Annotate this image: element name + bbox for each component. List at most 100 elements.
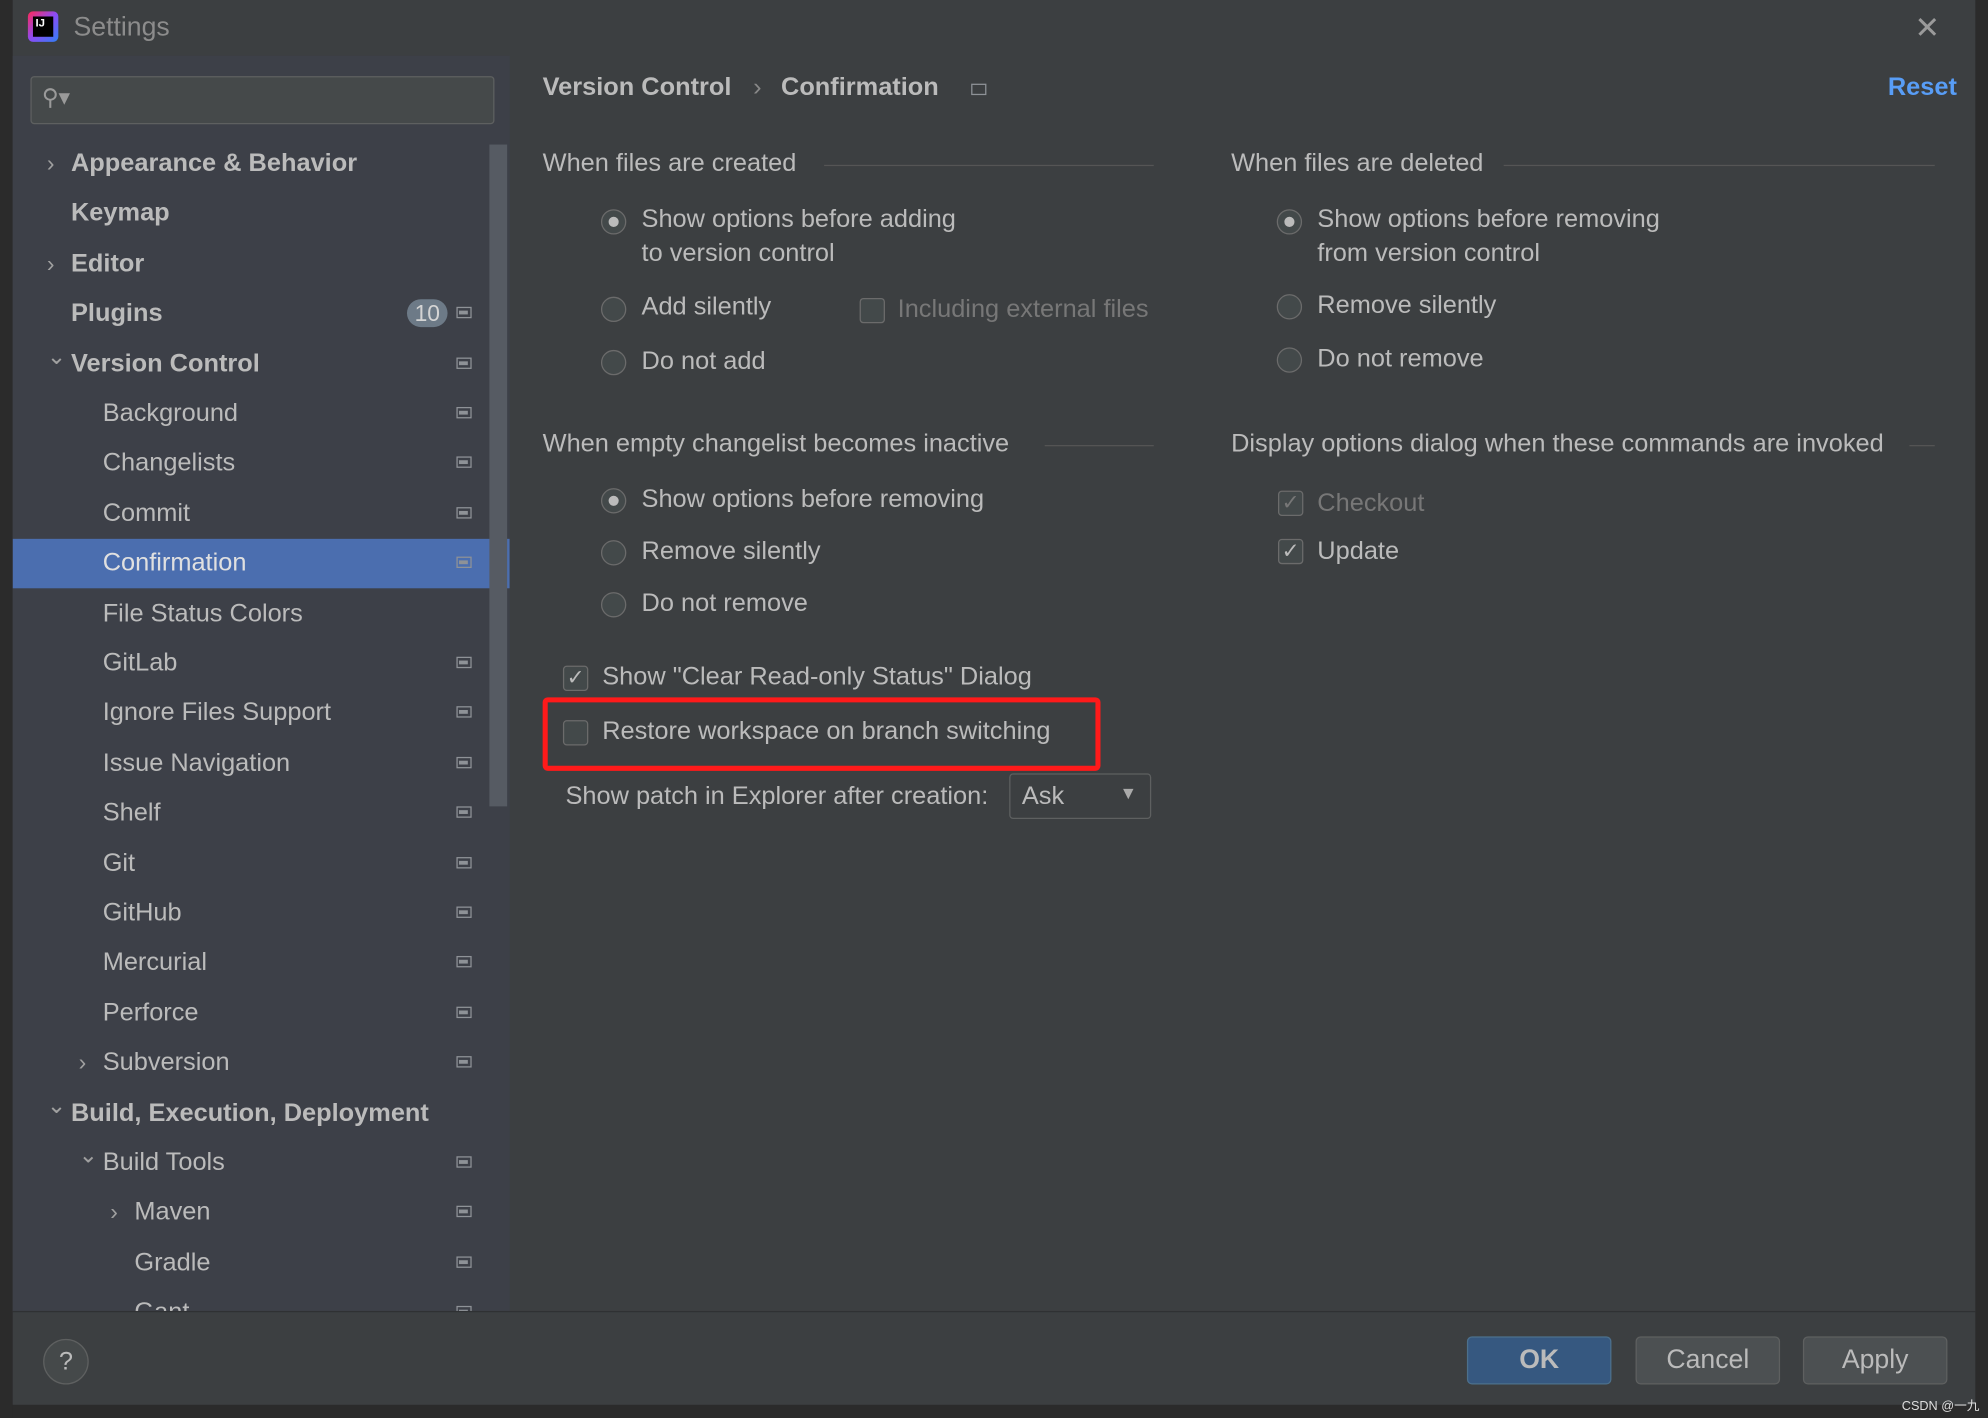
radio-show-options-adding[interactable]	[600, 209, 627, 235]
watermark: CSDN @一九	[1901, 1399, 1980, 1414]
tree-item-label: GitLab	[102, 649, 178, 678]
tree-item[interactable]: › Editor	[13, 239, 510, 288]
tree-item-label: Git	[102, 848, 136, 877]
window-title: Settings	[73, 12, 170, 42]
checkbox-checkout[interactable]: ✓	[1278, 490, 1304, 517]
tree-item-label: File Status Colors	[102, 599, 303, 628]
breadcrumb-parent[interactable]: Version Control	[543, 74, 732, 103]
radio-label: Do not add	[641, 347, 766, 376]
tree-item[interactable]: › Appearance & Behavior	[13, 139, 510, 188]
tree-item-label: Gant	[134, 1288, 189, 1311]
project-scope-icon	[456, 856, 472, 868]
project-scope-icon	[456, 906, 472, 918]
patch-dropdown[interactable]: Ask ▼	[1009, 773, 1152, 820]
chevron-down-icon[interactable]: ⌄	[79, 1131, 98, 1180]
settings-dialog: IJ Settings ✕ ⚲▾ › Appearance & Behavior K…	[12, 0, 1976, 1405]
radio-label: Remove silently	[641, 537, 821, 566]
reset-link[interactable]: Reset	[1888, 74, 1957, 103]
checkbox-restore-workspace[interactable]	[562, 720, 589, 746]
radio-label: Add silently	[641, 292, 772, 321]
tree-item-label: Mercurial	[102, 948, 207, 977]
tree-item-label: Confirmation	[102, 549, 247, 578]
apply-button[interactable]: Apply	[1802, 1336, 1948, 1385]
ok-button[interactable]: OK	[1466, 1336, 1612, 1385]
tree-item[interactable]: ⌄ Version Control	[13, 339, 510, 388]
radio-changelist-do-not-remove[interactable]	[600, 592, 627, 618]
tree-item[interactable]: › Maven	[13, 1188, 510, 1237]
radio-remove-silently[interactable]	[1276, 294, 1303, 320]
section-title: Display options dialog when these comman…	[1231, 429, 1884, 458]
tree-item-label: Changelists	[102, 449, 236, 478]
tree-item[interactable]: Gradle	[13, 1238, 510, 1287]
tree-item-label: Build, Execution, Deployment	[71, 1098, 429, 1127]
tree-item[interactable]: Changelists	[13, 439, 510, 488]
tree-item-label: Appearance & Behavior	[71, 149, 358, 178]
project-scope-icon	[456, 556, 472, 569]
section-title: When files are deleted	[1231, 149, 1484, 178]
checkbox-label: Restore workspace on branch switching	[602, 717, 1051, 746]
checkbox-including-external[interactable]	[859, 297, 885, 324]
tree-item[interactable]: Gant	[13, 1288, 510, 1311]
project-scope-icon	[456, 656, 472, 669]
tree-item[interactable]: Shelf	[13, 789, 510, 838]
tree-item[interactable]: Issue Navigation	[13, 739, 510, 788]
tree-item-label: Plugins	[71, 299, 163, 328]
tree-item[interactable]: Plugins 10	[13, 289, 510, 338]
radio-add-silently[interactable]	[600, 296, 627, 323]
radio-changelist-remove-silently[interactable]	[600, 540, 627, 566]
radio-label: Show options before adding	[641, 205, 956, 234]
radio-label: Remove silently	[1317, 291, 1497, 320]
chevron-right-icon[interactable]: ›	[79, 1039, 87, 1088]
checkbox-label: Show "Clear Read-only Status" Dialog	[602, 663, 1032, 691]
patch-label: Show patch in Explorer after creation:	[565, 782, 989, 811]
checkbox-update[interactable]: ✓	[1278, 538, 1304, 565]
project-scope-icon	[456, 307, 472, 319]
tree-item-label: Subversion	[102, 1048, 230, 1077]
project-scope-icon	[971, 83, 987, 96]
divider	[1909, 445, 1935, 447]
project-scope-icon	[456, 956, 472, 968]
search-icon: ⚲▾	[41, 84, 71, 111]
chevron-down-icon[interactable]: ⌄	[47, 1081, 66, 1130]
tree-item-label: Gradle	[134, 1248, 211, 1277]
scrollbar[interactable]	[489, 144, 508, 807]
tree-item[interactable]: Mercurial	[13, 939, 510, 988]
radio-show-options-removing[interactable]	[1276, 209, 1303, 235]
tree-item[interactable]: › Subversion	[13, 1039, 510, 1088]
help-button[interactable]: ?	[43, 1338, 89, 1385]
tree-item[interactable]: ⌄ Build Tools	[13, 1139, 510, 1188]
project-scope-icon	[456, 1056, 472, 1068]
radio-do-not-add[interactable]	[600, 349, 627, 376]
breadcrumb-separator-icon: ›	[753, 73, 762, 102]
tree-item[interactable]: File Status Colors	[13, 589, 510, 638]
tree-item[interactable]: Perforce	[13, 989, 510, 1038]
tree-item[interactable]: GitHub	[13, 889, 510, 938]
chevron-down-icon[interactable]: ⌄	[47, 332, 66, 381]
tree-item[interactable]: Keymap	[13, 189, 510, 238]
tree-item-label: Version Control	[71, 349, 260, 378]
tree-item[interactable]: Confirmation	[12, 539, 510, 589]
close-icon[interactable]: ✕	[1914, 10, 1939, 47]
cancel-button[interactable]: Cancel	[1635, 1336, 1781, 1385]
settings-tree: ⚲▾ › Appearance & Behavior Keymap › Editor Pl…	[12, 55, 510, 1311]
tree-item[interactable]: Git	[13, 839, 510, 888]
tree-item-label: Build Tools	[102, 1148, 225, 1177]
update-count-badge: 10	[406, 299, 448, 328]
search-input[interactable]: ⚲▾	[30, 76, 495, 125]
project-scope-icon	[456, 456, 472, 469]
project-scope-icon	[456, 756, 472, 769]
tree-item[interactable]: Commit	[13, 489, 510, 538]
chevron-right-icon[interactable]: ›	[47, 239, 55, 288]
checkbox-clear-readonly[interactable]: ✓	[562, 665, 589, 691]
chevron-right-icon[interactable]: ›	[110, 1188, 118, 1237]
radio-do-not-remove[interactable]	[1276, 347, 1303, 373]
tree-item-label: Background	[102, 399, 239, 428]
tree-item[interactable]: Background	[13, 389, 510, 438]
tree-item-label: Editor	[71, 249, 145, 278]
tree-item-label: Maven	[134, 1198, 211, 1227]
chevron-right-icon[interactable]: ›	[47, 139, 55, 188]
tree-item[interactable]: GitLab	[13, 639, 510, 688]
tree-item-label: GitHub	[102, 898, 182, 927]
radio-changelist-show-options[interactable]	[600, 488, 627, 514]
tree-item[interactable]: Ignore Files Support	[13, 689, 510, 738]
